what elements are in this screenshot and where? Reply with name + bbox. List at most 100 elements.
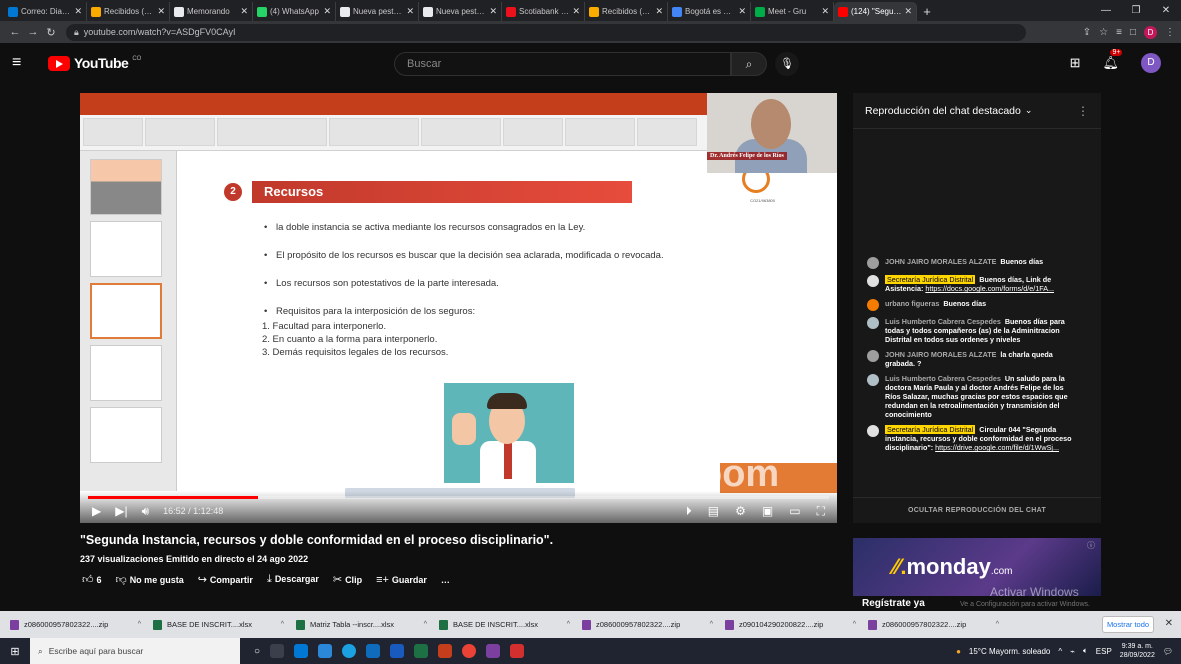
more-actions-icon[interactable]: … [441, 575, 450, 585]
ad-choices-icon[interactable]: ⓘ [1087, 540, 1095, 551]
sidepanel-icon[interactable]: □ [1130, 27, 1136, 38]
theater-mode-icon[interactable]: ▭ [789, 504, 800, 519]
miniplayer-icon[interactable]: ▣ [762, 504, 773, 519]
taskbar-app-icon[interactable] [294, 644, 309, 658]
clip-button[interactable]: ✂ Clip [333, 573, 362, 586]
browser-tab[interactable]: Meet - Gru ✕ [751, 2, 834, 21]
dislike-button[interactable]: 👎︎ No me gusta [116, 573, 184, 586]
close-tab-icon[interactable]: ✕ [74, 6, 82, 17]
taskbar-search[interactable]: ⌕ Escribe aquí para buscar [30, 638, 240, 664]
windows-start-icon[interactable]: ⊞ [0, 645, 30, 658]
taskbar-app-icon[interactable] [486, 644, 501, 658]
taskbar-app-icon[interactable] [270, 644, 285, 658]
browser-tab[interactable]: Nueva pestaña ✕ [336, 2, 419, 21]
chat-author-avatar[interactable] [867, 350, 879, 362]
close-tab-icon[interactable]: ✕ [157, 6, 165, 17]
taskbar-app-icon[interactable] [438, 644, 453, 658]
download-options-chevron-icon[interactable]: ^ [138, 621, 141, 628]
download-item[interactable]: Matriz Tabla --inscr....xlsx ^ [296, 619, 439, 630]
reload-icon[interactable]: ↻ [42, 26, 60, 39]
create-video-icon[interactable]: ⊞ [1070, 55, 1081, 71]
download-options-chevron-icon[interactable]: ^ [853, 621, 856, 628]
like-button[interactable]: 👍︎ 6 [82, 573, 102, 586]
settings-gear-icon[interactable]: ⚙ [735, 504, 746, 519]
download-item[interactable]: BASE DE INSCRIT....xlsx ^ [439, 619, 582, 630]
browser-tab[interactable]: (4) WhatsApp ✕ [253, 2, 336, 21]
forward-icon[interactable]: → [24, 26, 42, 38]
chat-author-avatar[interactable] [867, 317, 879, 329]
subtitles-icon[interactable]: ▤ [708, 504, 719, 519]
language-indicator[interactable]: ESP [1096, 647, 1112, 656]
close-window-icon[interactable]: ✕ [1151, 0, 1181, 21]
download-options-chevron-icon[interactable]: ^ [710, 621, 713, 628]
close-tab-icon[interactable]: ✕ [821, 6, 829, 17]
close-tab-icon[interactable]: ✕ [655, 6, 663, 17]
download-options-chevron-icon[interactable]: ^ [424, 621, 427, 628]
chat-author-avatar[interactable] [867, 425, 879, 437]
close-tab-icon[interactable]: ✕ [240, 6, 248, 17]
download-item[interactable]: BASE DE INSCRIT....xlsx ^ [153, 619, 296, 630]
chat-author-avatar[interactable] [867, 374, 879, 386]
taskbar-app-icon[interactable] [510, 644, 525, 658]
browser-profile-avatar[interactable]: D [1144, 25, 1157, 39]
close-tab-icon[interactable]: ✕ [323, 6, 331, 17]
tab-search-icon[interactable]: ≡ [1116, 27, 1122, 38]
share-icon[interactable]: ⇪ [1083, 27, 1091, 38]
youtube-logo[interactable]: YouTube CO [48, 55, 141, 71]
play-icon[interactable]: ▶ [92, 504, 101, 518]
fullscreen-icon[interactable]: ⛶ [817, 504, 825, 519]
hamburger-menu-icon[interactable]: ≡ [12, 54, 40, 72]
taskbar-app-icon[interactable] [462, 644, 477, 658]
browser-menu-icon[interactable]: ⋮ [1165, 27, 1175, 38]
task-view-icon[interactable]: ○ [254, 646, 260, 657]
tray-expand-icon[interactable]: ^ [1058, 647, 1062, 656]
browser-tab[interactable]: Nueva pestaña ✕ [419, 2, 502, 21]
chat-author-avatar[interactable] [867, 275, 879, 287]
volume-icon[interactable]: 🔊︎ [142, 504, 150, 519]
taskbar-clock[interactable]: 9:39 a. m. 28/09/2022 [1120, 642, 1155, 660]
download-options-chevron-icon[interactable]: ^ [567, 621, 570, 628]
close-tab-icon[interactable]: ✕ [406, 6, 414, 17]
chat-author-avatar[interactable] [867, 257, 879, 269]
browser-tab[interactable]: Correo: Diana C✕ [4, 2, 87, 21]
hide-chat-button[interactable]: OCULTAR REPRODUCCIÓN DEL CHAT [853, 497, 1101, 523]
notification-center-icon[interactable]: 💬︎ [1163, 647, 1173, 656]
download-item[interactable]: z086000957802322....zip ^ [868, 619, 1011, 630]
close-tab-icon[interactable]: ✕ [572, 6, 580, 17]
user-avatar[interactable]: D [1141, 53, 1161, 73]
taskbar-app-icon[interactable] [366, 644, 381, 658]
chat-author-avatar[interactable] [867, 299, 879, 311]
network-icon[interactable]: ⌁ [1070, 647, 1075, 656]
minimize-icon[interactable]: — [1091, 0, 1121, 21]
voice-search-button[interactable]: 🎙︎ [775, 52, 799, 76]
download-button[interactable]: ⤓ Descargar [267, 573, 319, 586]
save-button[interactable]: ≡+ Guardar [376, 574, 427, 586]
weather-text[interactable]: 15°C Mayorm. soleado [969, 647, 1050, 656]
close-downloads-icon[interactable]: ✕ [1165, 618, 1173, 629]
taskbar-app-icon[interactable] [318, 644, 333, 658]
search-input[interactable]: Buscar [394, 52, 731, 76]
taskbar-app-icon[interactable] [390, 644, 405, 658]
chat-more-options-icon[interactable]: ⋮ [1077, 104, 1089, 118]
ad-register-link[interactable]: Regístrate ya [862, 598, 925, 609]
download-item[interactable]: z090104290200822....zip ^ [725, 619, 868, 630]
browser-tab[interactable]: Recibidos (979) ✕ [585, 2, 668, 21]
browser-tab[interactable]: Memorando ✕ [170, 2, 253, 21]
download-item[interactable]: z086000957802322....zip ^ [10, 619, 153, 630]
close-tab-icon[interactable]: ✕ [904, 6, 912, 17]
close-tab-icon[interactable]: ✕ [738, 6, 746, 17]
download-options-chevron-icon[interactable]: ^ [996, 621, 999, 628]
share-button[interactable]: ↪ Compartir [198, 573, 253, 586]
bookmark-star-icon[interactable]: ☆ [1099, 27, 1108, 38]
chat-header[interactable]: Reproducción del chat destacado ⌄ ⋮ [853, 93, 1101, 129]
progress-bar[interactable] [88, 496, 829, 499]
download-options-chevron-icon[interactable]: ^ [281, 621, 284, 628]
taskbar-app-icon[interactable] [414, 644, 429, 658]
browser-tab[interactable]: (124) "Segundo ✕ [834, 2, 917, 21]
show-all-downloads-button[interactable]: Mostrar todo [1102, 616, 1154, 633]
close-tab-icon[interactable]: ✕ [489, 6, 497, 17]
back-icon[interactable]: ← [6, 26, 24, 38]
chat-message-link[interactable]: https://drive.google.com/file/d/1WwSj... [935, 443, 1059, 452]
taskbar-app-icon[interactable] [342, 644, 357, 658]
chevron-down-icon[interactable]: ⌄ [1025, 105, 1033, 116]
